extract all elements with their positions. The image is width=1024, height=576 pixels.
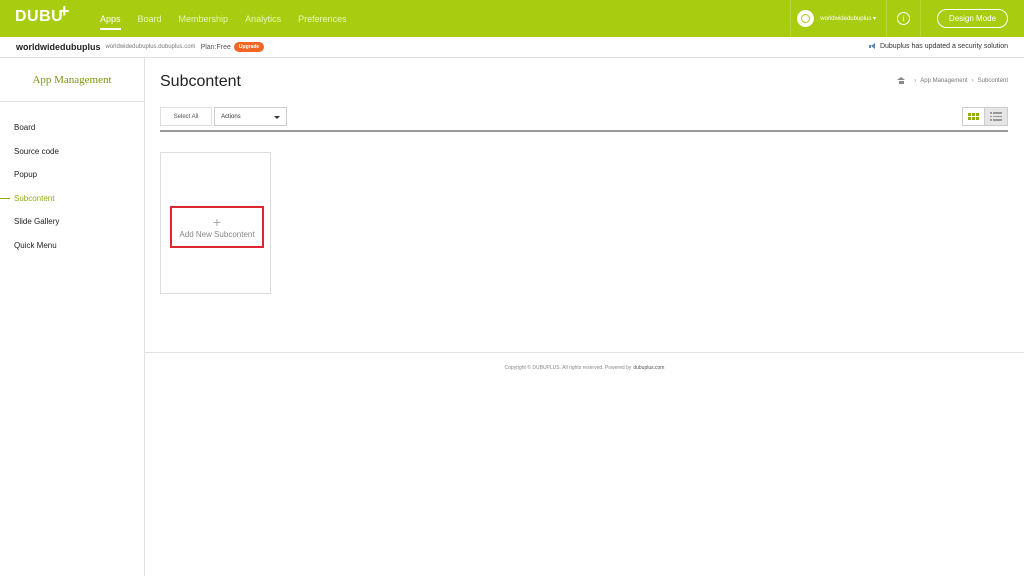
info-icon: i: [897, 12, 910, 25]
breadcrumb-app-management[interactable]: App Management: [920, 78, 967, 84]
nav-apps[interactable]: Apps: [100, 14, 121, 30]
actions-dropdown[interactable]: Actions: [214, 107, 287, 126]
footer: Copyright © DUBUPLUS. All rights reserve…: [145, 352, 1024, 382]
avatar-face-icon: [801, 14, 811, 23]
notice-text: Dubuplus has updated a security solution: [879, 43, 1008, 50]
breadcrumb-subcontent: Subcontent: [977, 77, 1008, 84]
top-right-controls: worldwidedubuplus ▾ i Design Mode: [790, 0, 1024, 37]
dubuplus-logo[interactable]: DUBU +: [15, 1, 70, 26]
page-title: Subcontent: [160, 73, 241, 90]
list-view-button[interactable]: [985, 107, 1008, 126]
speaker-icon: [868, 43, 876, 50]
actions-label: Actions: [221, 113, 241, 120]
sidebar-title: App Management: [0, 58, 144, 102]
grid-icon: [968, 113, 979, 120]
site-url[interactable]: worldwidedubuplus.dubuplus.com: [106, 44, 196, 50]
sidebar-item-slide-gallery[interactable]: Slide Gallery: [0, 210, 144, 234]
sidebar-item-source-code[interactable]: Source code: [0, 140, 144, 164]
top-navigation-bar: DUBU + Apps Board Membership Analytics Pr…: [0, 0, 1024, 37]
avatar: [797, 10, 815, 27]
chevron-down-icon: [274, 116, 280, 119]
nav-membership[interactable]: Membership: [179, 14, 229, 24]
sidebar-item-quick-menu[interactable]: Quick Menu: [0, 234, 144, 258]
chevron-right-icon: ›: [971, 77, 974, 84]
toolbar: Select All Actions: [160, 106, 1008, 132]
sidebar: App Management Board Source code Popup S…: [0, 58, 145, 576]
nav-preferences[interactable]: Preferences: [298, 14, 347, 24]
site-name[interactable]: worldwidedubuplus: [16, 42, 101, 52]
design-mode-button[interactable]: Design Mode: [937, 9, 1008, 28]
view-toggle: [962, 107, 1008, 126]
plus-icon: +: [212, 213, 222, 230]
sidebar-item-subcontent[interactable]: Subcontent: [0, 187, 144, 211]
main-content: Subcontent › App Management › Subcontent…: [145, 58, 1024, 576]
logo-text: DUBU: [15, 8, 64, 25]
home-icon[interactable]: [897, 77, 906, 84]
plan-label: Plan:Free: [200, 43, 231, 51]
add-new-subcontent-button[interactable]: + Add New Subcontent: [170, 206, 264, 248]
grid-view-button[interactable]: [962, 107, 985, 126]
chevron-right-icon: ›: [914, 77, 917, 84]
footer-link[interactable]: dubuplus.com: [633, 365, 664, 371]
add-subcontent-card: + Add New Subcontent: [160, 152, 271, 294]
sidebar-item-popup[interactable]: Popup: [0, 163, 144, 187]
breadcrumb: › App Management › Subcontent: [897, 77, 1008, 84]
user-menu[interactable]: worldwidedubuplus ▾: [790, 0, 887, 37]
main-nav: Apps Board Membership Analytics Preferen…: [100, 0, 364, 37]
security-notice[interactable]: Dubuplus has updated a security solution: [868, 43, 1008, 50]
logo-plus: +: [59, 1, 71, 21]
add-new-subcontent-label: Add New Subcontent: [179, 229, 255, 239]
user-name: worldwidedubuplus ▾: [820, 16, 876, 22]
sidebar-menu: Board Source code Popup Subcontent Slide…: [0, 102, 144, 257]
site-info-bar: worldwidedubuplus worldwidedubuplus.dubu…: [0, 37, 1024, 58]
select-all-button[interactable]: Select All: [160, 107, 212, 126]
nav-board[interactable]: Board: [138, 14, 162, 24]
info-button[interactable]: i: [887, 0, 921, 37]
upgrade-button[interactable]: Upgrade: [233, 42, 265, 52]
copyright-text: Copyright © DUBUPLUS. All rights reserve…: [504, 364, 632, 371]
list-icon: [990, 112, 1002, 121]
sidebar-item-board[interactable]: Board: [0, 116, 144, 140]
nav-analytics[interactable]: Analytics: [245, 14, 281, 24]
